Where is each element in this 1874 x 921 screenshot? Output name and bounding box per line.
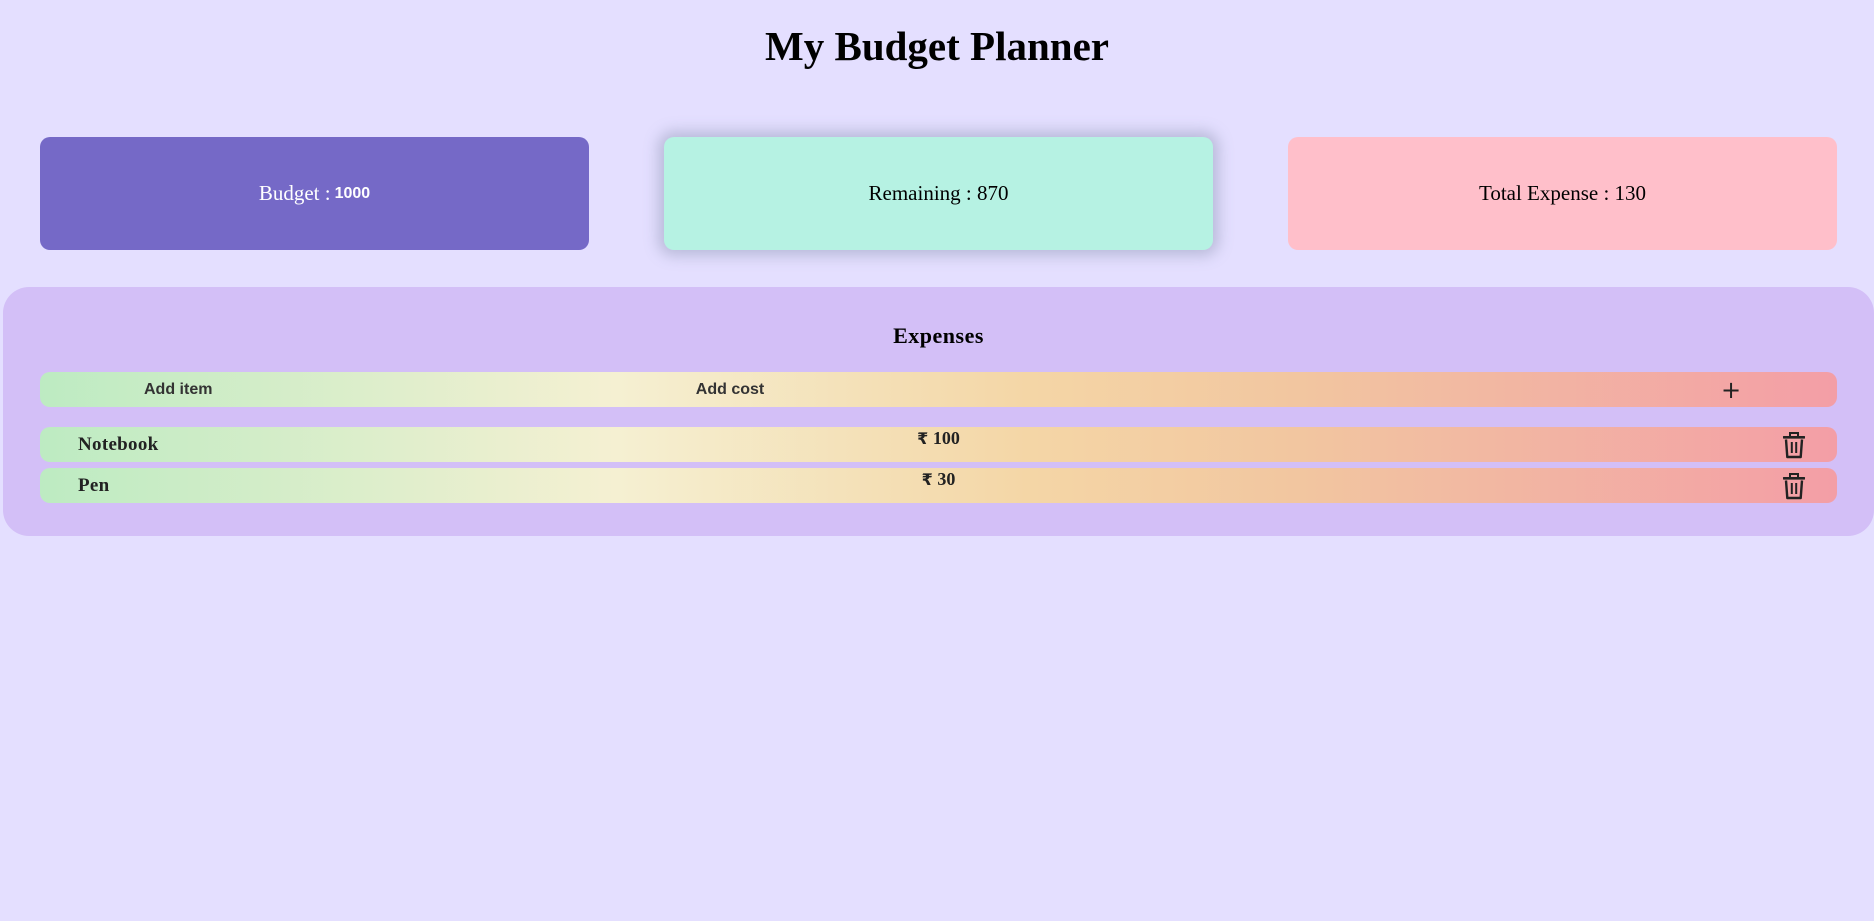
budget-value[interactable]: 1000 (335, 185, 371, 203)
expense-row: Notebook ₹ 100 (40, 427, 1837, 462)
trash-icon (1783, 432, 1805, 459)
currency-symbol: ₹ (921, 470, 933, 489)
remaining-card: Remaining : 870 (664, 137, 1213, 250)
remaining-text: Remaining : 870 (868, 181, 1009, 205)
page-title: My Budget Planner (765, 23, 1109, 69)
expense-name: Notebook (78, 434, 159, 455)
total-expense-text: Total Expense : 130 (1478, 181, 1647, 205)
delete-expense-button[interactable] (1779, 471, 1809, 501)
expense-row: Pen ₹ 30 (40, 468, 1837, 503)
add-expense-button[interactable]: + (1717, 376, 1745, 404)
total-expense-card: Total Expense : 130 (1288, 137, 1837, 250)
expenses-panel: Expenses + Notebook ₹ 100 Pen ₹ 30 (3, 287, 1874, 536)
expense-cost-value: 100 (932, 428, 960, 448)
expense-cost: ₹ 30 (40, 469, 1837, 490)
trash-icon (1783, 473, 1805, 500)
add-cost-input[interactable] (580, 372, 880, 407)
add-item-input[interactable] (144, 372, 444, 407)
budget-label: Budget : (258, 181, 331, 205)
budget-card: Budget : 1000 (40, 137, 589, 250)
delete-expense-button[interactable] (1779, 430, 1809, 460)
expense-cost-value: 30 (937, 469, 956, 489)
plus-icon: + (1720, 376, 1742, 404)
expenses-heading: Expenses (893, 323, 984, 348)
currency-symbol: ₹ (917, 429, 929, 448)
add-expense-form: + (40, 372, 1837, 407)
expense-name: Pen (78, 475, 110, 496)
expense-cost: ₹ 100 (40, 428, 1837, 449)
